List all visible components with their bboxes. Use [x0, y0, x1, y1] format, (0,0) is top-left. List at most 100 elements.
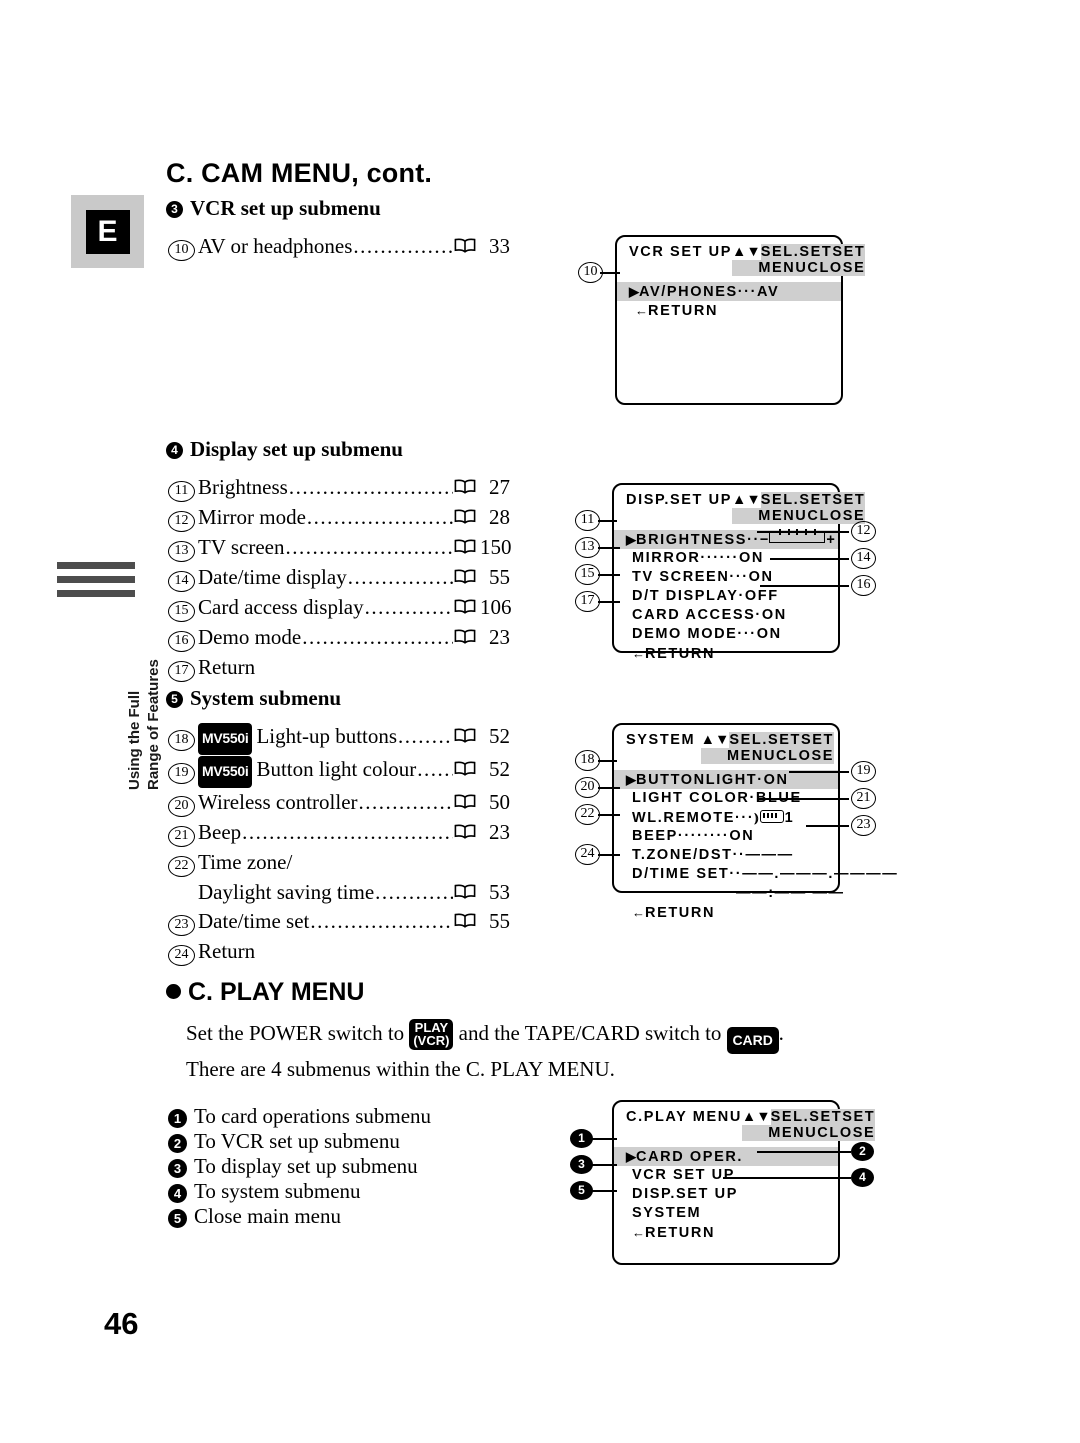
- book-icon: [454, 563, 476, 584]
- osd-row[interactable]: DEMO MODE···ON: [626, 625, 838, 644]
- model-badge: MV550i: [198, 756, 253, 788]
- list-item: 11 Brightness ..........................…: [168, 473, 510, 503]
- return-arrow-icon: ←: [632, 646, 645, 661]
- remote-control-icon: [759, 810, 784, 823]
- callout-4: 4: [851, 1168, 874, 1187]
- osd-row[interactable]: BEEP········ON: [626, 827, 838, 846]
- osd-row[interactable]: D/T DISPLAY·OFF: [626, 587, 838, 606]
- item-page: 28: [489, 505, 510, 529]
- list-item: 16 Demo mode ...........................…: [168, 623, 510, 653]
- item-number: 20: [168, 789, 198, 818]
- osd-row[interactable]: ▶BUTTONLIGHT·ON: [614, 770, 838, 789]
- osd-hint: ▲▼SEL.SETSET MENUCLOSE: [700, 732, 834, 764]
- callout-21: 21: [851, 788, 876, 809]
- item-number: 1: [168, 1109, 187, 1128]
- item-number: 19: [168, 756, 198, 785]
- callout-leader: [592, 1138, 617, 1140]
- osd-row-text: SYSTEM: [632, 1205, 702, 1221]
- leader-dots: ...........................: [285, 535, 454, 559]
- leader-dots: .......................................: [242, 820, 453, 844]
- instruction-text-c: .: [778, 1021, 784, 1045]
- osd-hint: ▲▼SEL.SETSET MENUCLOSE: [741, 1109, 876, 1141]
- list-item: 21 Beep ................................…: [168, 818, 510, 848]
- play-menu-list: 1 To card operations submenu 2 To VCR se…: [168, 1104, 498, 1229]
- callout-17: 17: [575, 591, 600, 612]
- osd-row[interactable]: VCR SET UP: [626, 1166, 838, 1185]
- list-item: 12 Mirror mode .........................…: [168, 503, 510, 533]
- osd-row-text: RETURN: [645, 1225, 716, 1241]
- callout-leader: [598, 574, 620, 576]
- osd-row-text: BUTTONLIGHT·ON: [636, 772, 789, 788]
- osd-header: DISP.SET UP ▲▼SEL.SETSET MENUCLOSE: [614, 485, 866, 524]
- book-icon: [454, 533, 476, 554]
- callout-leader: [598, 547, 620, 549]
- item-label: Button light colour: [256, 757, 417, 781]
- list-item: 20 Wireless controller .................…: [168, 788, 510, 818]
- item-number: 12: [168, 504, 198, 533]
- list-item: 23 Date/time set .......................…: [168, 907, 510, 937]
- osd-row-text: D/T DISPLAY·OFF: [632, 588, 779, 604]
- osd-row-list: ▶BRIGHTNESS··− + MIRROR······ON TV SCREEN…: [614, 524, 838, 663]
- book-icon: [454, 503, 476, 524]
- return-arrow-icon: ←: [632, 1225, 645, 1240]
- osd-screen-disp-set-up: DISP.SET UP ▲▼SEL.SETSET MENUCLOSE ▶BRIG…: [612, 483, 866, 662]
- osd-row[interactable]: ←RETURN: [626, 1223, 838, 1242]
- callout-leader: [806, 825, 849, 827]
- list-item: 4 To system submenu: [168, 1179, 498, 1204]
- sidebar-title-line2: Range of Features: [145, 659, 162, 790]
- osd-row[interactable]: ▶BRIGHTNESS··− +: [614, 529, 838, 549]
- item-label: Return: [198, 939, 256, 963]
- osd-row[interactable]: ▶CARD OPER.: [614, 1147, 838, 1166]
- osd-row[interactable]: ←RETURN: [629, 301, 841, 320]
- book-icon: [454, 755, 476, 776]
- osd-row: ——:—— ——: [626, 884, 843, 903]
- leader-dots: ........................................…: [302, 625, 453, 649]
- callout-2: 2: [851, 1142, 874, 1161]
- osd-row-text: BRIGHTNESS··: [636, 532, 760, 548]
- list-item: Daylight saving time ............. 53: [168, 878, 510, 907]
- book-icon: [454, 623, 476, 644]
- item-number: 21: [168, 819, 198, 848]
- brightness-slider[interactable]: [769, 529, 826, 543]
- sidebar-title-line1: Using the Full: [126, 690, 143, 790]
- instruction-text-a: Set the POWER switch to: [186, 1021, 405, 1045]
- osd-header: VCR SET UP ▲▼SEL.SETSET MENUCLOSE: [617, 237, 866, 276]
- osd-row[interactable]: ←RETURN: [626, 903, 838, 922]
- osd-screen-c-play-menu: C.PLAY MENU ▲▼SEL.SETSET MENUCLOSE ▶CARD…: [612, 1100, 876, 1265]
- osd-row[interactable]: SYSTEM: [626, 1204, 838, 1223]
- item-number: 5: [168, 1209, 187, 1228]
- item-label: Demo mode: [198, 625, 302, 649]
- callout-23: 23: [851, 815, 876, 836]
- item-number: 17: [168, 654, 198, 683]
- callout-leader: [600, 272, 620, 274]
- book-icon: [454, 473, 476, 494]
- osd-hint-line1: ▲▼SEL.SETSET: [731, 492, 866, 508]
- osd-row[interactable]: DISP.SET UP: [626, 1185, 838, 1204]
- osd-header: SYSTEM ▲▼SEL.SETSET MENUCLOSE: [614, 725, 838, 764]
- item-number: 4: [168, 1184, 187, 1203]
- osd-row[interactable]: ←RETURN: [626, 644, 838, 663]
- callout-leader: [598, 787, 620, 789]
- selection-arrow-icon: ▶: [629, 284, 639, 299]
- callout-leader: [598, 814, 620, 816]
- osd-row[interactable]: ▶AV/PHONES···AV: [617, 282, 841, 301]
- osd-row[interactable]: T.ZONE/DST··———: [626, 846, 838, 865]
- return-arrow-icon: ←: [632, 905, 645, 920]
- book-icon: [454, 593, 476, 614]
- osd-row[interactable]: D/TIME SET··——.———.————: [626, 865, 897, 884]
- osd-row[interactable]: CARD ACCESS·ON: [626, 606, 838, 625]
- item-page: 52: [489, 724, 510, 748]
- leader-dots: ......................: [364, 595, 453, 619]
- item-label: Close main menu: [194, 1204, 341, 1228]
- list-item: 19 MV550i Button light colour ....... 52: [168, 755, 510, 788]
- callout-12: 12: [851, 521, 876, 542]
- list-item: 3 To display set up submenu: [168, 1154, 498, 1179]
- item-page: 50: [489, 790, 510, 814]
- osd-header: C.PLAY MENU ▲▼SEL.SETSET MENUCLOSE: [614, 1102, 876, 1141]
- osd-row-text: RETURN: [645, 905, 716, 921]
- leader-dots: ................................: [347, 565, 453, 589]
- play-menu-instructions: Set the POWER switch to PLAY (VCR) and t…: [186, 1018, 866, 1085]
- card-key-icon: CARD: [726, 1027, 779, 1054]
- callout-leader: [598, 760, 617, 762]
- list-item: 24 Return: [168, 937, 510, 967]
